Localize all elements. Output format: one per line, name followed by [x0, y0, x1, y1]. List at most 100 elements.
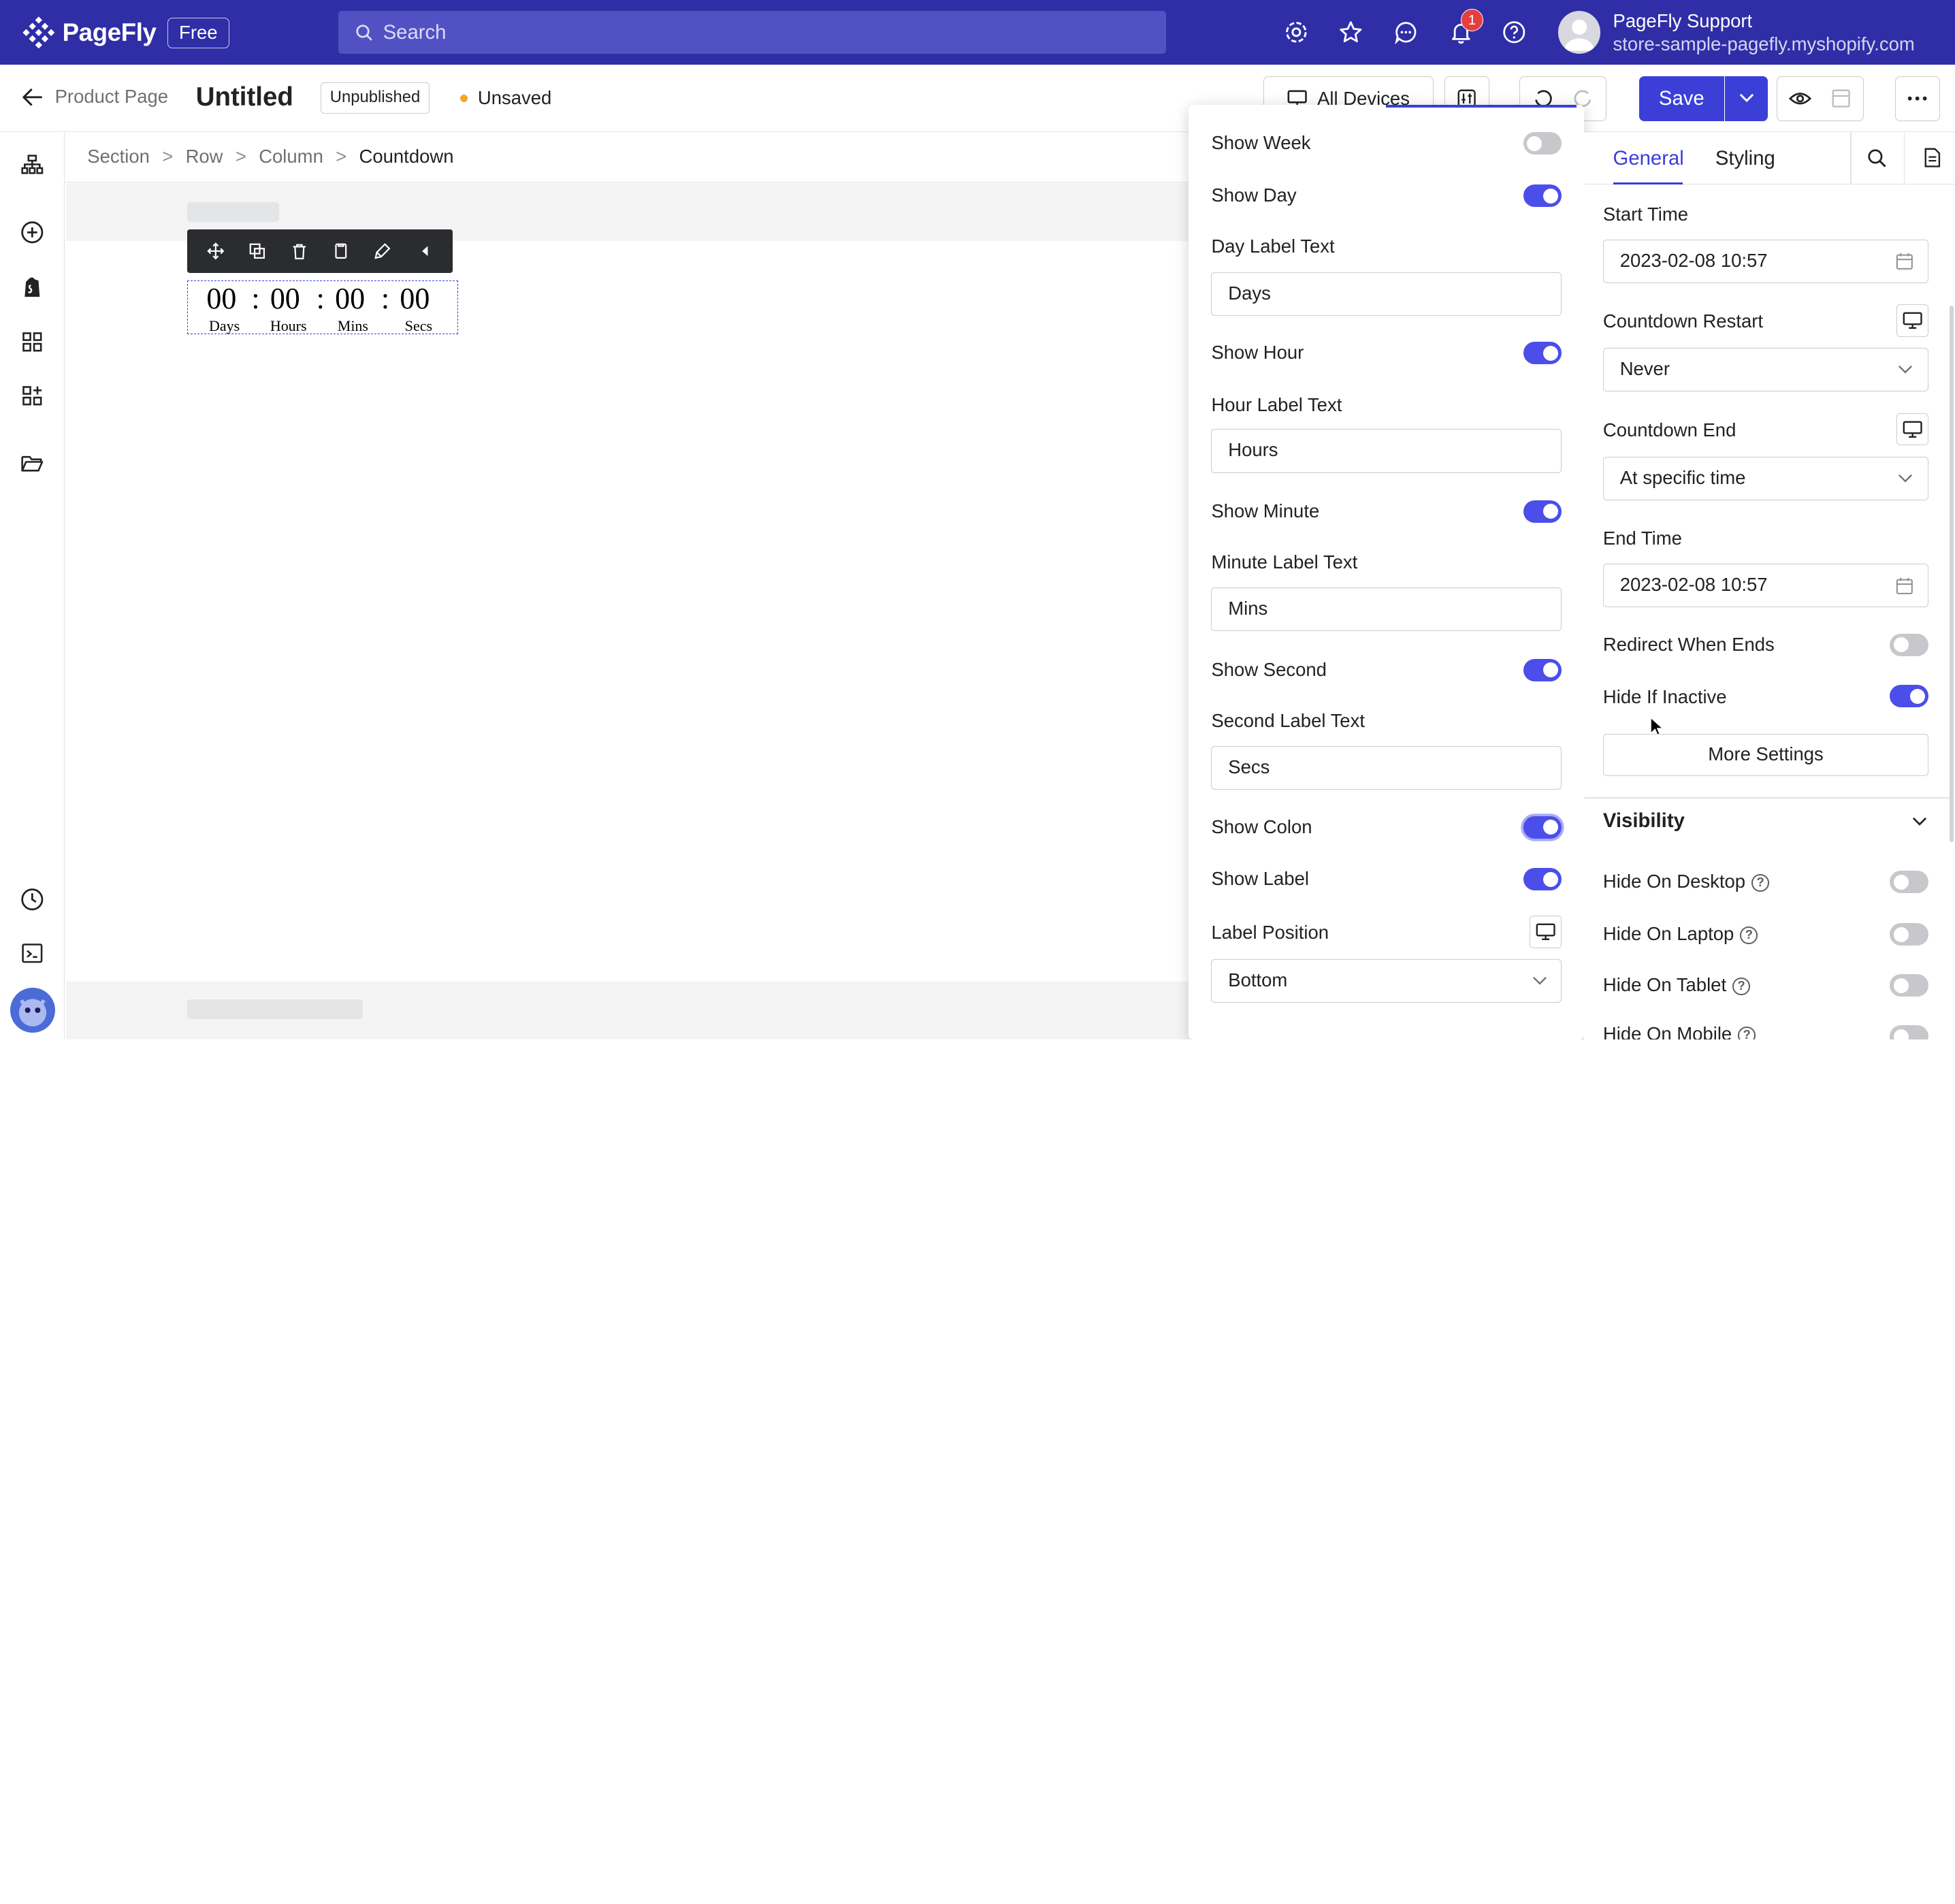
show-label-toggle[interactable]	[1523, 868, 1562, 891]
folder-icon[interactable]	[20, 451, 45, 476]
document-icon[interactable]	[1924, 147, 1941, 168]
countdown-end-label: Countdown End	[1602, 419, 1736, 440]
day-label-text-input[interactable]: Days	[1211, 272, 1562, 316]
chevron-down-icon[interactable]	[1912, 817, 1927, 827]
show-hour-toggle[interactable]	[1523, 342, 1562, 365]
help-icon[interactable]	[1502, 20, 1527, 45]
page-title[interactable]: Untitled	[196, 82, 293, 112]
logo-text: PageFly	[62, 18, 157, 46]
countdown-end-device-button[interactable]	[1896, 413, 1929, 446]
second-label-text-input[interactable]: Secs	[1211, 745, 1562, 790]
duplicate-icon[interactable]	[248, 242, 266, 260]
search-icon[interactable]	[1867, 148, 1887, 168]
visibility-section-title[interactable]: Visibility	[1603, 809, 1685, 833]
search-input[interactable]: Search	[338, 11, 1167, 54]
hide-on-mobile-toggle[interactable]	[1890, 1025, 1929, 1039]
add-element-icon[interactable]	[20, 220, 45, 245]
hide-on-laptop-toggle[interactable]	[1890, 923, 1929, 946]
breadcrumb-countdown[interactable]: Countdown	[359, 146, 454, 167]
hide-on-desktop-toggle[interactable]	[1890, 871, 1929, 894]
style-brush-icon[interactable]	[374, 242, 391, 260]
history-clock-icon[interactable]	[20, 887, 45, 912]
show-label-label: Show Label	[1211, 868, 1309, 890]
copy-icon[interactable]	[332, 242, 350, 260]
code-terminal-icon[interactable]	[20, 941, 45, 966]
more-actions-button[interactable]	[1894, 76, 1940, 121]
hide-on-tablet-label: Hide On Tablet	[1602, 974, 1727, 996]
breadcrumb-separator: >	[235, 146, 246, 167]
countdown-hours-value: 00	[270, 282, 300, 316]
hide-on-tablet-toggle[interactable]	[1890, 974, 1929, 997]
hide-if-inactive-toggle[interactable]	[1890, 685, 1929, 708]
apps-icon[interactable]	[20, 383, 45, 408]
end-time-input[interactable]: 2023-02-08 10:57	[1602, 564, 1929, 608]
eye-icon[interactable]	[1788, 90, 1811, 108]
search-icon	[356, 25, 373, 41]
countdown-end-value: At specific time	[1619, 466, 1746, 488]
tab-styling[interactable]: Styling	[1715, 147, 1775, 170]
shopify-icon[interactable]	[20, 274, 45, 300]
collapse-left-icon[interactable]	[416, 242, 434, 260]
countdown-end-select[interactable]: At specific time	[1602, 456, 1929, 500]
help-icon[interactable]: ?	[1738, 1026, 1756, 1039]
assistant-avatar-icon[interactable]	[10, 988, 55, 1033]
breadcrumb-separator: >	[162, 146, 174, 167]
save-options-dropdown[interactable]	[1725, 76, 1768, 121]
avatar[interactable]	[1557, 11, 1601, 54]
breadcrumb-column[interactable]: Column	[259, 146, 323, 167]
minute-label-text-input[interactable]: Mins	[1211, 587, 1562, 632]
countdown-mins-value: 00	[335, 282, 366, 316]
countdown-restart-value: Never	[1619, 358, 1670, 380]
end-time-label: End Time	[1602, 528, 1682, 549]
label-position-value: Bottom	[1228, 969, 1288, 991]
trash-icon[interactable]	[291, 242, 308, 260]
move-icon[interactable]	[206, 242, 225, 260]
countdown-restart-device-button[interactable]	[1896, 304, 1929, 337]
sections-grid-icon[interactable]	[20, 329, 45, 355]
publish-icon[interactable]	[1831, 88, 1851, 108]
tab-general[interactable]: General	[1613, 147, 1684, 170]
chevron-down-icon	[1739, 94, 1754, 103]
settings-icon[interactable]	[1284, 20, 1309, 45]
show-colon-toggle[interactable]	[1523, 816, 1562, 839]
monitor-icon	[1903, 421, 1922, 438]
help-icon[interactable]: ?	[1751, 874, 1769, 892]
countdown-restart-select[interactable]: Never	[1602, 348, 1929, 392]
account-store[interactable]: store-sample-pagefly.myshopify.com	[1613, 33, 1915, 55]
hour-label-text-label: Hour Label Text	[1211, 394, 1342, 416]
save-button[interactable]: Save	[1639, 76, 1724, 121]
account-name[interactable]: PageFly Support	[1613, 10, 1753, 32]
show-minute-toggle[interactable]	[1523, 500, 1562, 523]
back-label: Product Page	[54, 86, 169, 108]
breadcrumb-separator: >	[336, 146, 347, 167]
star-icon[interactable]	[1338, 20, 1363, 45]
help-icon[interactable]: ?	[1732, 978, 1750, 996]
chat-icon[interactable]	[1393, 20, 1419, 45]
plan-badge[interactable]: Free	[167, 17, 230, 49]
show-week-toggle[interactable]	[1523, 132, 1562, 155]
back-link[interactable]: Product Page	[22, 86, 168, 108]
label-position-label: Label Position	[1211, 922, 1329, 943]
pagefly-logo[interactable]: PageFly	[22, 16, 157, 49]
help-icon[interactable]: ?	[1740, 926, 1758, 944]
app-root: PageFly Free Search 1 PageFly Support st…	[0, 0, 1955, 1039]
breadcrumb-row[interactable]: Row	[186, 146, 223, 167]
panel-scrollbar[interactable]	[1950, 305, 1954, 842]
countdown-colon: :	[251, 282, 260, 316]
redirect-when-ends-toggle[interactable]	[1890, 633, 1929, 656]
breadcrumb-section[interactable]: Section	[87, 146, 150, 167]
layers-icon[interactable]	[20, 153, 45, 178]
show-second-toggle[interactable]	[1523, 658, 1562, 681]
publish-status-badge: Unpublished	[320, 82, 430, 114]
show-day-toggle[interactable]	[1523, 184, 1562, 208]
label-position-device-button[interactable]	[1529, 916, 1562, 948]
hide-on-desktop-row: Hide On Desktop?	[1603, 871, 1769, 892]
label-position-select[interactable]: Bottom	[1211, 959, 1562, 1003]
start-time-input[interactable]: 2023-02-08 10:57	[1602, 239, 1929, 283]
countdown-restart-label: Countdown Restart	[1602, 310, 1764, 332]
hour-label-text-input[interactable]: Hours	[1211, 429, 1562, 473]
more-settings-button[interactable]: More Settings	[1602, 733, 1929, 776]
countdown-element[interactable]: 00 : 00 : 00 : 00 Days Hours Mins Secs	[187, 280, 458, 334]
tab-divider	[1903, 132, 1905, 185]
hide-on-laptop-row: Hide On Laptop?	[1603, 923, 1758, 945]
